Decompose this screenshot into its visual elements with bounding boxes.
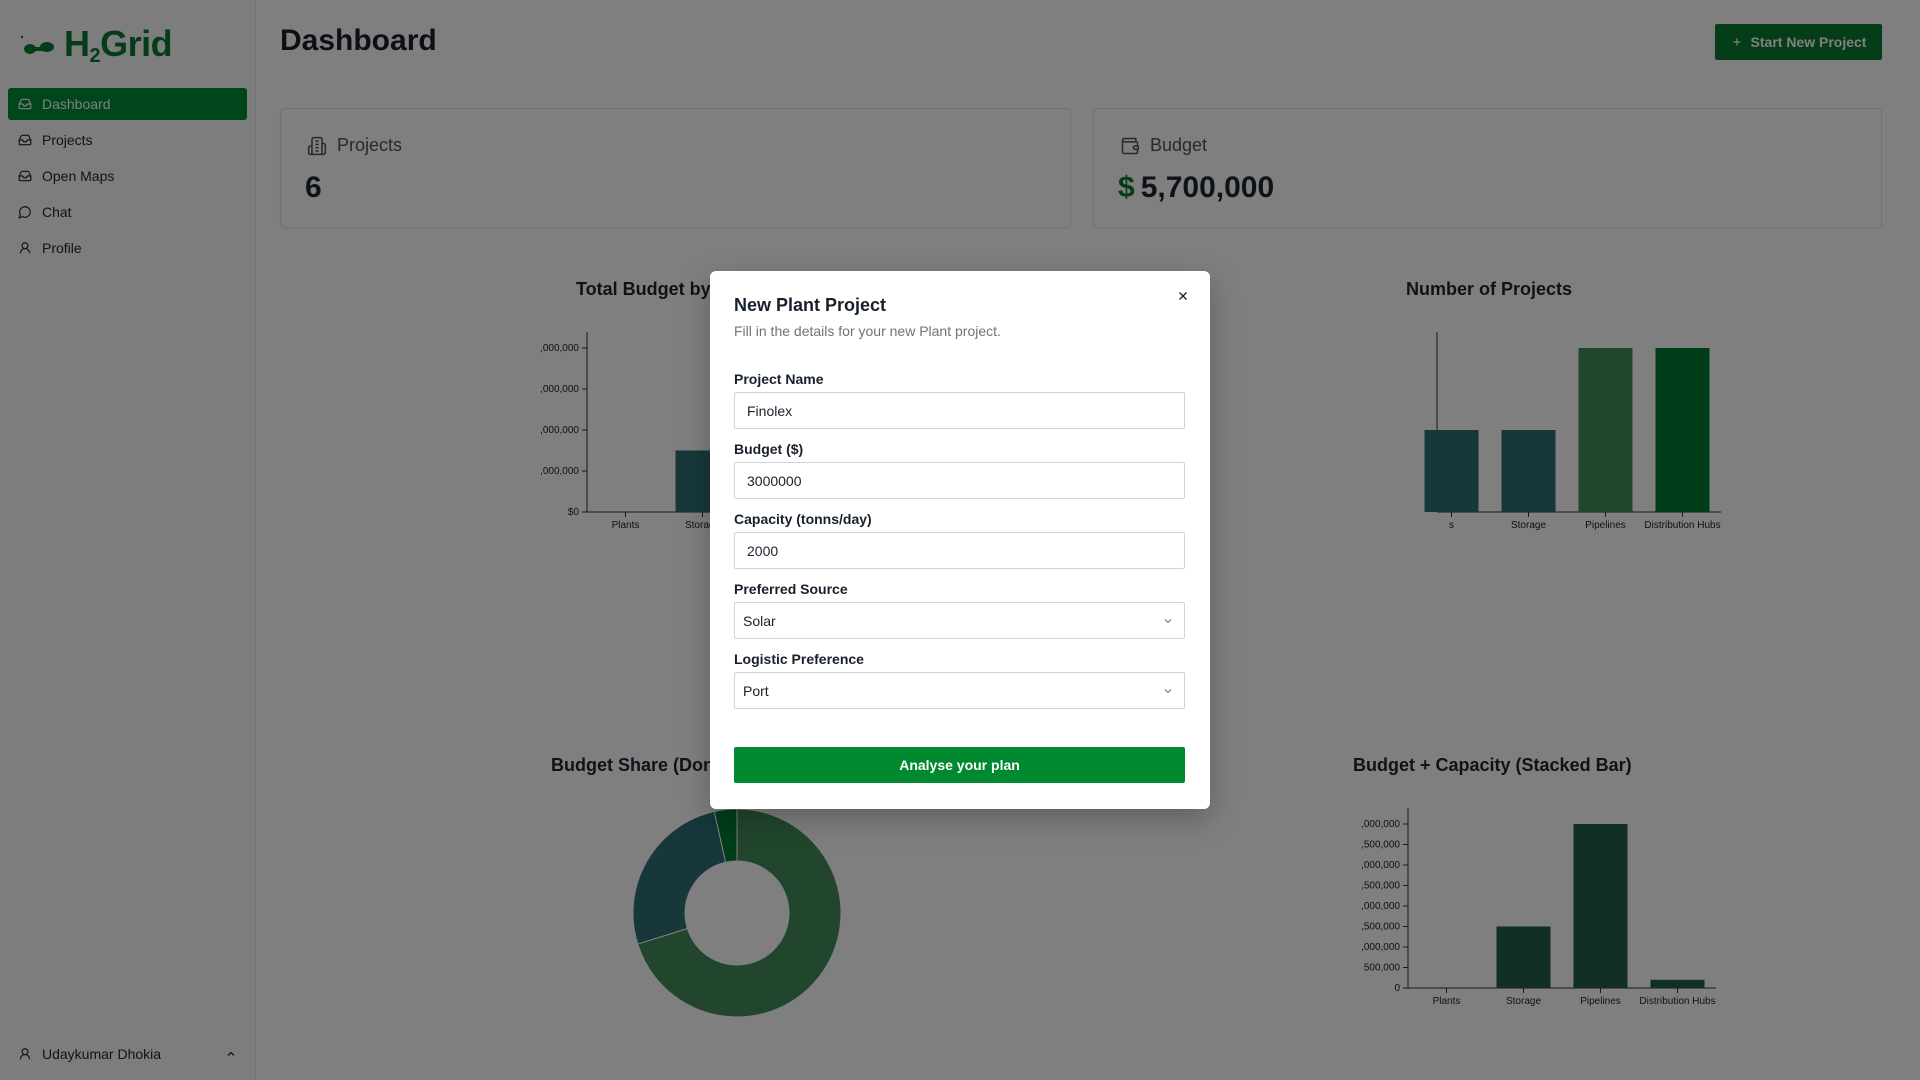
preferred-source-select[interactable]: Solar xyxy=(734,602,1185,639)
close-button[interactable] xyxy=(1172,285,1194,307)
new-project-dialog: New Plant Project Fill in the details fo… xyxy=(710,271,1210,809)
budget-label: Budget ($) xyxy=(734,441,804,457)
chevron-down-icon xyxy=(1164,619,1172,624)
project-name-input[interactable] xyxy=(734,392,1185,429)
close-icon xyxy=(1179,292,1187,300)
logistic-preference-label: Logistic Preference xyxy=(734,651,864,667)
budget-input[interactable] xyxy=(734,462,1185,499)
chevron-down-icon xyxy=(1164,689,1172,694)
logistic-preference-value: Port xyxy=(743,682,769,699)
preferred-source-value: Solar xyxy=(743,612,776,629)
analyse-plan-button[interactable]: Analyse your plan xyxy=(734,747,1185,783)
dialog-description: Fill in the details for your new Plant p… xyxy=(734,323,1001,339)
dialog-title: New Plant Project xyxy=(734,295,887,315)
capacity-label: Capacity (tonns/day) xyxy=(734,511,872,527)
preferred-source-label: Preferred Source xyxy=(734,581,848,597)
capacity-input[interactable] xyxy=(734,532,1185,569)
logistic-preference-select[interactable]: Port xyxy=(734,672,1185,709)
project-name-label: Project Name xyxy=(734,371,824,387)
